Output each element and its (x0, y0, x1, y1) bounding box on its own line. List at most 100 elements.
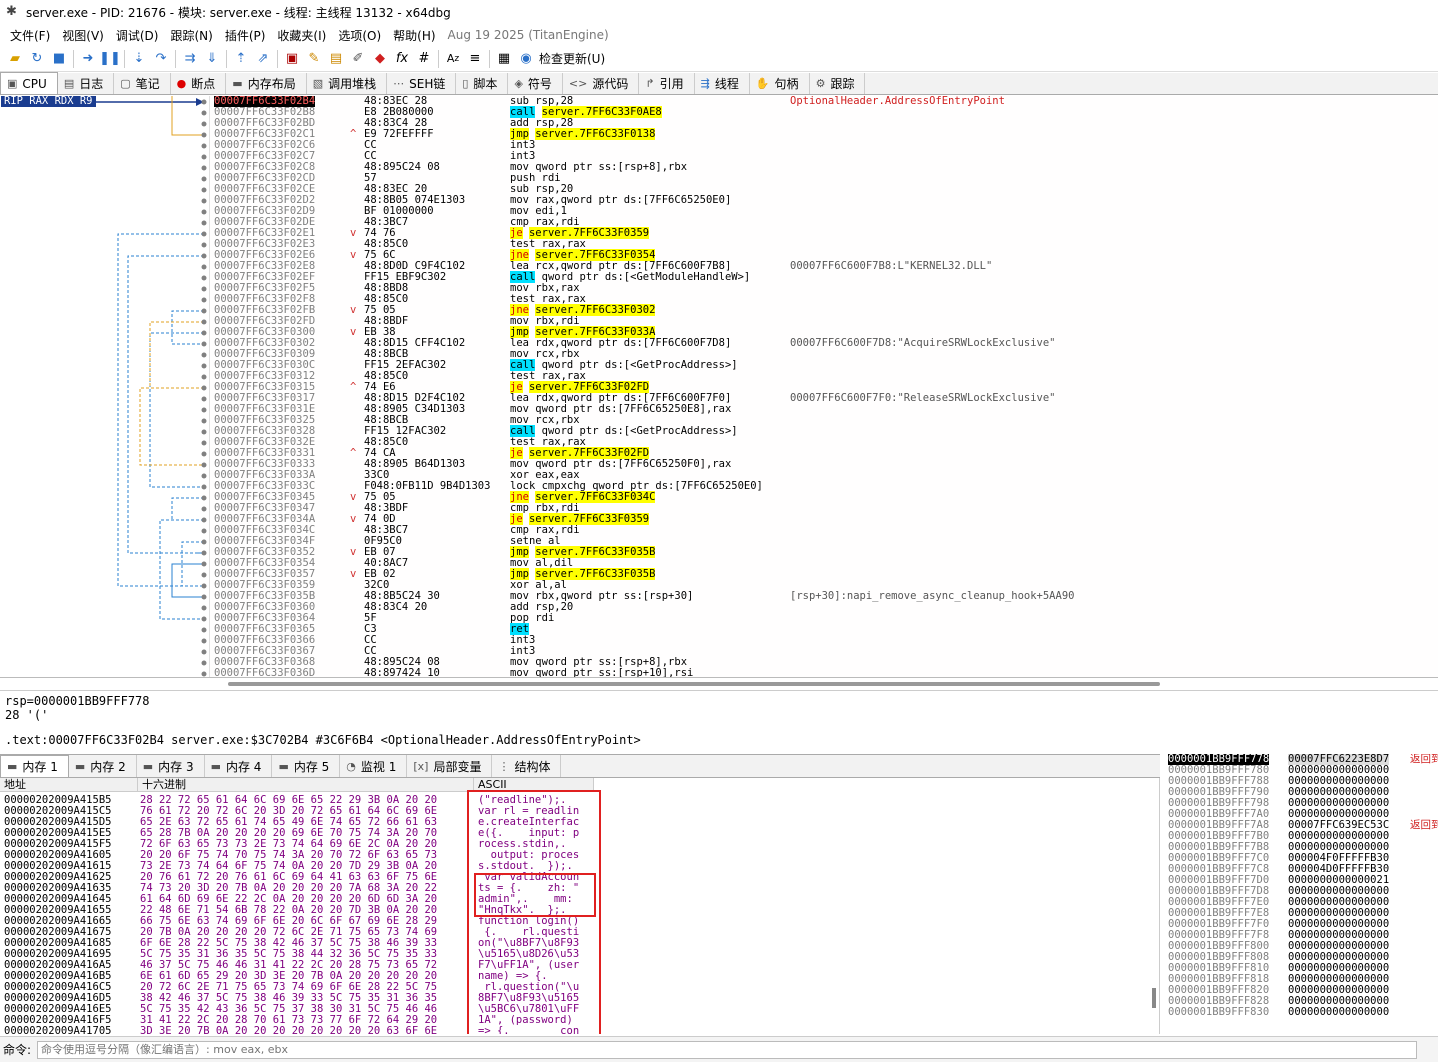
disasm-line[interactable]: 00007FF6C33F0364 5F pop rdi (212, 613, 1438, 624)
step-over-icon[interactable]: ↷ (150, 48, 172, 70)
tab-dump-5[interactable]: ▬ 内存 5 (272, 755, 341, 777)
instruction-address: 00007FF6C33F036D (214, 667, 316, 678)
disasm-line[interactable]: 00007FF6C33F02DE 48:3BC7 cmp rax,rdi (212, 217, 1438, 228)
disasm-line[interactable]: 00007FF6C33F02C8 48:895C24 08 mov qword pt… (212, 162, 1438, 173)
menu-view[interactable]: 视图(V) (56, 27, 110, 44)
tab-trace[interactable]: ⚙ 跟踪 (810, 73, 866, 94)
memory-icon: ▬ (74, 759, 86, 773)
branch-arrows: RIP RAX RDX R9 (0, 96, 210, 677)
menu-help[interactable]: 帮助(H) (387, 27, 441, 44)
disasm-line[interactable]: 00007FF6C33F0365 C3 ret (212, 623, 1438, 635)
tab-dump-2[interactable]: ▬ 内存 2 (69, 755, 137, 777)
close-icon[interactable]: ■ (48, 48, 70, 70)
jump-direction-marker: ^ (350, 128, 357, 140)
stack-view[interactable]: 0000001BB9FFF778 00007FFC6223E8D7 返回到 00000… (1164, 754, 1438, 1034)
label-icon[interactable]: ✐ (347, 48, 369, 70)
info-line-byte: 28 '(' (5, 708, 49, 722)
log-icon: ▤ (63, 77, 75, 90)
tab-dump-4[interactable]: ▬ 内存 4 (205, 755, 273, 777)
tab-script[interactable]: ▯ 脚本 (456, 73, 509, 94)
calculator-icon[interactable]: ▦ (493, 48, 515, 70)
menu-file[interactable]: 文件(F) (4, 27, 56, 44)
info-line-location: .text:00007FF6C33F02B4 server.exe:$3C702… (5, 733, 641, 747)
menu-plugins[interactable]: 插件(P) (219, 27, 272, 44)
font-icon[interactable]: Az (442, 48, 464, 70)
stack-comment: 返回到 (1410, 754, 1438, 765)
run-to-user-code-icon[interactable]: ⇗ (252, 48, 274, 70)
disasm-line[interactable]: 00007FF6C33F0357 v EB 02 jmp server.7FF6C33… (212, 568, 1438, 580)
execute-till-return-icon[interactable]: ⇡ (230, 48, 252, 70)
hex-dump-view[interactable]: 地址 十六进制 ASCII 00000202009A415B5 28 22 72 … (0, 778, 1160, 1034)
tab-seh[interactable]: ⋯ SEH链 (387, 73, 457, 94)
instruction-comment: 00007FF6C600F7D8:"AcquireSRWLockExclusiv… (790, 337, 1056, 349)
dump-vscrollbar[interactable] (1152, 988, 1156, 1008)
disasm-line[interactable]: 00007FF6C33F0312 48:85C0 test rax,rax (212, 371, 1438, 382)
tab-notes[interactable]: ▢ 笔记 (114, 73, 171, 94)
tab-log[interactable]: ▤ 日志 (58, 73, 115, 94)
disassembly-hscrollbar[interactable] (228, 682, 1160, 686)
disasm-line[interactable]: 00007FF6C33F034F 0F95C0 setne al (212, 536, 1438, 547)
tab-locals[interactable]: [x] 局部变量 (407, 755, 493, 777)
command-input[interactable] (37, 1040, 1418, 1059)
menu-options[interactable]: 选项(O) (332, 27, 387, 44)
menu-bar: 文件(F) 视图(V) 调试(D) 跟踪(N) 插件(P) 收藏夹(I) 选项(… (0, 24, 1438, 46)
trace-into-icon[interactable]: ⇉ (179, 48, 201, 70)
disasm-line[interactable]: 00007FF6C33F0360 48:83C4 20 add rsp,20 (212, 602, 1438, 613)
check-update-icon[interactable]: ◉ (515, 48, 537, 70)
disasm-line[interactable]: 00007FF6C33F02C1 ^ E9 72FEFFFF jmp server.7… (212, 128, 1438, 140)
disasm-line[interactable]: 00007FF6C33F0366 CC int3 (212, 635, 1438, 646)
trace-over-icon[interactable]: ⇓ (201, 48, 223, 70)
tab-threads[interactable]: ⇶ 线程 (695, 73, 750, 94)
restart-icon[interactable]: ↻ (26, 48, 48, 70)
strings-icon[interactable]: ≡ (464, 48, 486, 70)
disassembly-view[interactable]: RIP RAX RDX R9 00007FF6C33F02B4 48:83EC 2… (0, 96, 1438, 678)
tab-handles[interactable]: ✋ 句柄 (750, 73, 810, 94)
dump-address: 00000202009A41705 (4, 1025, 112, 1035)
disasm-line[interactable]: 00007FF6C33F02F8 48:85C0 test rax,rax (212, 294, 1438, 305)
menu-debug[interactable]: 调试(D) (110, 27, 165, 44)
tab-watch-1[interactable]: ◔ 监视 1 (340, 755, 408, 777)
memory-icon: ▬ (210, 759, 221, 773)
tab-symbols[interactable]: ◈ 符号 (508, 73, 563, 94)
toolbar-separator (226, 49, 227, 68)
menu-trace[interactable]: 跟踪(N) (164, 27, 218, 44)
tab-call-stack[interactable]: ▧ 调用堆栈 (307, 73, 388, 94)
disasm-line[interactable]: 00007FF6C33F033C F048:0FB11D 9B4D1303 lock… (212, 481, 1438, 492)
run-icon[interactable]: ➜ (77, 48, 99, 70)
jump-direction-marker: v (350, 304, 357, 316)
dump-tabs: ▬ 内存 1 ▬ 内存 2 ▬ 内存 3 ▬ 内存 4 ▬ 内存 5 ◔ 监视 1 [x] 局… (0, 754, 1160, 778)
disasm-line[interactable]: 00007FF6C33F036D 48:897424 10 mov qword pt… (212, 668, 1438, 678)
tab-source[interactable]: <> 源代码 (563, 73, 640, 94)
disasm-line[interactable]: 00007FF6C33F0354 40:8AC7 mov al,dil (212, 558, 1438, 569)
stack-value: 0000000000000000 (1288, 1006, 1390, 1018)
tab-dump-3[interactable]: ▬ 内存 3 (137, 755, 205, 777)
patch-icon[interactable]: ✎ (303, 48, 325, 70)
comment-icon[interactable]: ▤ (325, 48, 347, 70)
menu-favourites[interactable]: 收藏夹(I) (271, 27, 332, 44)
command-label: 命令: (3, 1043, 32, 1057)
pause-icon[interactable]: ❚❚ (99, 48, 121, 70)
tab-references[interactable]: ↱ 引用 (639, 73, 695, 94)
seh-icon: ⋯ (393, 77, 405, 90)
bookmark-icon[interactable]: ◆ (369, 48, 391, 70)
symbols-icon: ◈ (514, 77, 523, 90)
function-icon[interactable]: fx (391, 48, 413, 70)
disasm-line[interactable]: 00007FF6C33F0333 48:8905 B64D1303 mov qwor… (212, 459, 1438, 470)
open-icon[interactable]: ▰ (4, 48, 26, 70)
tab-dump-1[interactable]: ▬ 内存 1 (0, 755, 69, 777)
tab-cpu[interactable]: ▣ CPU (0, 72, 58, 94)
toolbar-separator (73, 49, 74, 68)
jump-arrows-svg (88, 96, 207, 677)
tab-struct[interactable]: ⋮ 结构体 (492, 755, 562, 777)
tab-breakpoints[interactable]: ● 断点 (171, 73, 227, 94)
tab-memory-map[interactable]: ▬ 内存布局 (226, 73, 307, 94)
stack-row[interactable]: 0000001BB9FFF830 0000000000000000 (1168, 1007, 1438, 1018)
hash-icon[interactable]: # (413, 48, 435, 70)
check-update-button[interactable]: 检查更新(U) (537, 50, 605, 67)
disasm-line[interactable]: 00007FF6C33F02FD 48:8BDF mov rbx,rdi (212, 316, 1438, 327)
disasm-line[interactable]: 00007FF6C33F02C6 CC int3 (212, 140, 1438, 151)
scylla-icon[interactable]: ▣ (281, 48, 303, 70)
disasm-line[interactable]: 00007FF6C33F0347 48:3BDF cmp rbx,rdi (212, 503, 1438, 514)
step-into-icon[interactable]: ⇣ (128, 48, 150, 70)
disasm-line[interactable]: 00007FF6C33F02E3 48:85C0 test rax,rax (212, 239, 1438, 250)
